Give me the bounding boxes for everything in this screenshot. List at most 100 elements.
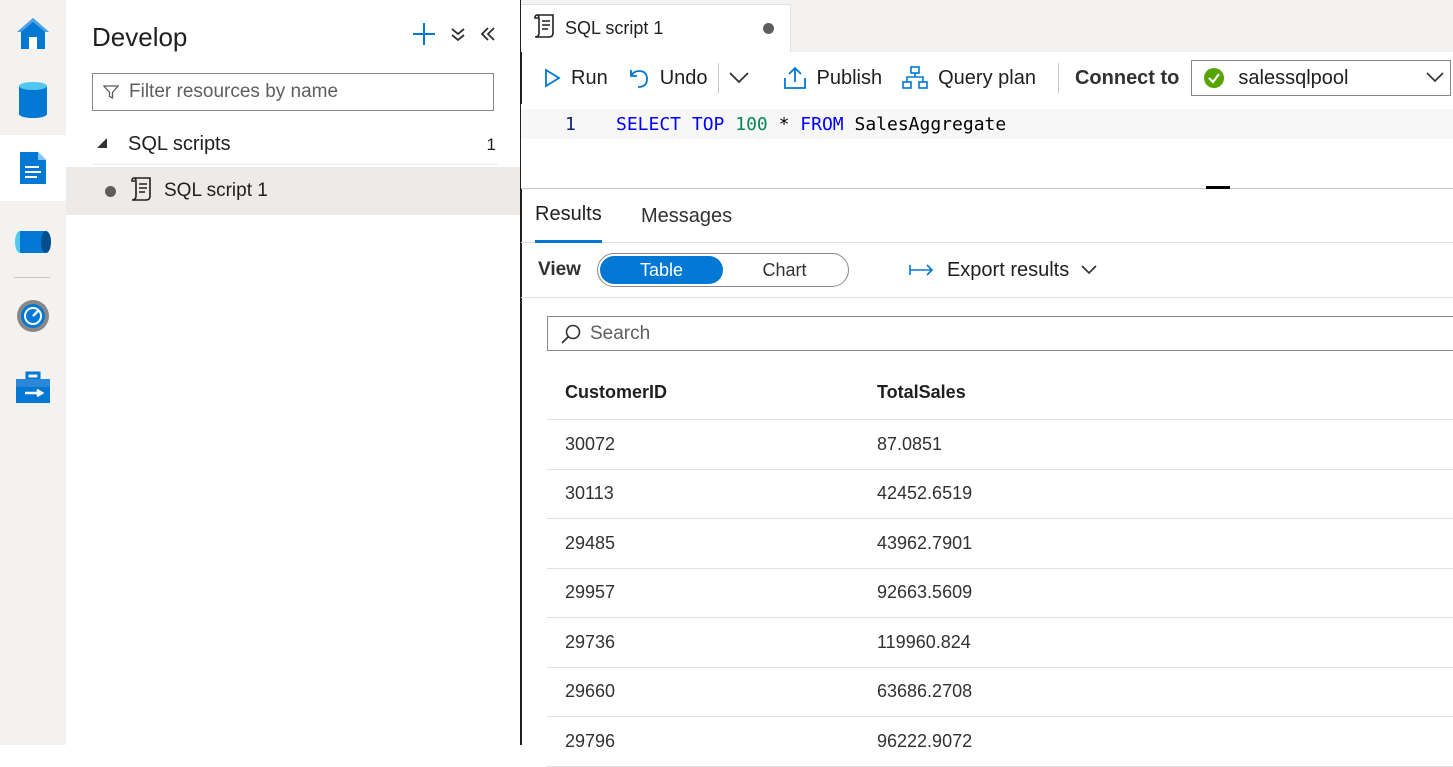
tab-sql-script-1[interactable]: SQL script 1	[521, 4, 791, 52]
table-row[interactable]: 29796 96222.9072	[547, 717, 1453, 767]
rail-monitor-button[interactable]	[0, 283, 66, 349]
monitor-icon	[17, 300, 49, 332]
cell-customerid: 29485	[565, 532, 616, 553]
view-bar: View Table Chart Export results	[521, 243, 1453, 298]
view-toggle[interactable]: Table Chart	[596, 253, 849, 287]
table-row[interactable]: 30072 87.0851	[547, 420, 1453, 470]
view-table-option[interactable]: Table	[599, 256, 723, 284]
export-results-button[interactable]: Export results	[909, 259, 1097, 282]
cell-customerid: 29957	[565, 582, 616, 603]
results-tabs: Results Messages	[521, 189, 1453, 243]
panel-title: Develop	[92, 22, 188, 52]
cell-customerid: 30072	[565, 433, 616, 454]
rail-home-button[interactable]	[0, 0, 66, 66]
code-table-name: SalesAggregate	[854, 113, 1007, 135]
line-number: 1	[565, 113, 576, 135]
sql-script-icon	[533, 13, 555, 44]
publish-icon	[783, 66, 806, 89]
view-label: View	[538, 259, 581, 280]
tree-item-sql-script-1[interactable]: SQL script 1	[66, 167, 520, 215]
code-line[interactable]: 1 SELECT TOP 100 * FROM SalesAggregate	[521, 109, 1453, 139]
tree-section-sql-scripts[interactable]: SQL scripts 1	[92, 125, 498, 165]
connect-to-dropdown[interactable]: salessqlpool	[1191, 60, 1452, 96]
double-chevron-down-icon	[451, 28, 465, 42]
cell-totalsales: 92663.5609	[877, 582, 973, 603]
column-header-totalsales[interactable]: TotalSales	[877, 382, 1453, 403]
publish-label: Publish	[816, 66, 883, 89]
editor-tabbar: SQL script 1	[521, 0, 1453, 52]
data-icon	[19, 82, 47, 118]
cell-totalsales: 43962.7901	[877, 532, 973, 553]
undo-button[interactable]: Undo	[618, 58, 718, 98]
undo-dropdown-button[interactable]	[719, 58, 759, 98]
code-number: 100	[735, 113, 768, 135]
export-arrow-icon	[909, 264, 934, 276]
cell-totalsales: 63686.2708	[877, 681, 973, 702]
plus-icon	[413, 23, 435, 45]
table-row[interactable]: 30113 42452.6519	[547, 470, 1453, 519]
grid-header-row: CustomerID TotalSales	[547, 365, 1453, 420]
unsaved-dot-icon[interactable]	[763, 23, 774, 34]
undo-icon	[629, 70, 648, 88]
table-row[interactable]: 29485 43962.7901	[547, 519, 1453, 569]
table-row[interactable]: 29660 63686.2708	[547, 668, 1453, 717]
tab-label: SQL script 1	[565, 18, 664, 38]
cell-totalsales: 42452.6519	[877, 483, 973, 504]
rail-divider	[14, 277, 50, 278]
filter-input[interactable]	[129, 81, 469, 103]
collapse-all-button[interactable]	[450, 26, 466, 47]
filter-icon	[103, 85, 119, 100]
tree-item-label: SQL script 1	[164, 180, 268, 201]
tab-messages[interactable]: Messages	[641, 189, 732, 243]
table-row[interactable]: 29736 119960.824	[547, 618, 1453, 668]
export-results-label: Export results	[946, 258, 1070, 281]
query-plan-icon	[902, 66, 928, 89]
unsaved-dot-icon	[105, 185, 116, 197]
integrate-icon	[15, 231, 51, 253]
rail-manage-button[interactable]	[0, 355, 66, 421]
results-search-field[interactable]	[547, 316, 1453, 351]
search-icon	[561, 324, 581, 344]
rail-data-button[interactable]	[0, 66, 66, 132]
cell-customerid: 29796	[565, 730, 616, 751]
add-resource-button[interactable]	[412, 22, 436, 51]
section-count: 1	[486, 134, 496, 154]
cell-customerid: 30113	[565, 483, 614, 504]
run-button[interactable]: Run	[533, 58, 618, 98]
sql-script-icon	[130, 176, 152, 207]
sql-code-editor[interactable]: 1 SELECT TOP 100 * FROM SalesAggregate	[521, 104, 1453, 188]
code-star: *	[778, 113, 790, 135]
collapse-panel-button[interactable]	[480, 26, 496, 47]
connect-to-value: salessqlpool	[1238, 66, 1349, 89]
develop-icon	[20, 152, 46, 184]
develop-panel: Develop SQL scripts 1	[66, 0, 520, 745]
publish-button[interactable]: Publish	[773, 58, 893, 98]
cell-customerid: 29660	[565, 681, 616, 702]
column-header-customerid[interactable]: CustomerID	[547, 382, 877, 403]
chevron-down-icon	[1081, 265, 1097, 275]
connect-to-label: Connect to	[1074, 66, 1180, 89]
tab-results[interactable]: Results	[535, 189, 602, 243]
filter-field[interactable]	[92, 73, 494, 111]
run-label: Run	[571, 66, 608, 89]
editor-toolbar: Run Undo Publish Query plan Connect to s…	[521, 52, 1453, 104]
view-chart-option[interactable]: Chart	[723, 256, 846, 284]
double-chevron-left-icon	[480, 27, 495, 41]
section-label: SQL scripts	[128, 133, 231, 155]
rail-develop-button[interactable]	[0, 135, 66, 201]
caret-down-icon[interactable]	[96, 136, 116, 154]
code-keyword-select: SELECT	[616, 113, 682, 135]
query-plan-label: Query plan	[938, 66, 1036, 89]
chevron-down-icon	[1426, 72, 1444, 83]
home-icon	[17, 18, 49, 49]
results-search-input[interactable]	[590, 322, 1190, 345]
toolbar-separator	[1057, 63, 1059, 93]
table-row[interactable]: 29957 92663.5609	[547, 569, 1453, 618]
results-grid: CustomerID TotalSales 30072 87.0851 3011…	[547, 365, 1453, 767]
cell-totalsales: 96222.9072	[877, 730, 973, 751]
cell-totalsales: 119960.824	[877, 631, 971, 652]
chevron-down-icon	[728, 72, 749, 84]
cell-customerid: 29736	[565, 631, 616, 652]
query-plan-button[interactable]: Query plan	[892, 58, 1046, 98]
rail-integrate-button[interactable]	[0, 209, 66, 275]
